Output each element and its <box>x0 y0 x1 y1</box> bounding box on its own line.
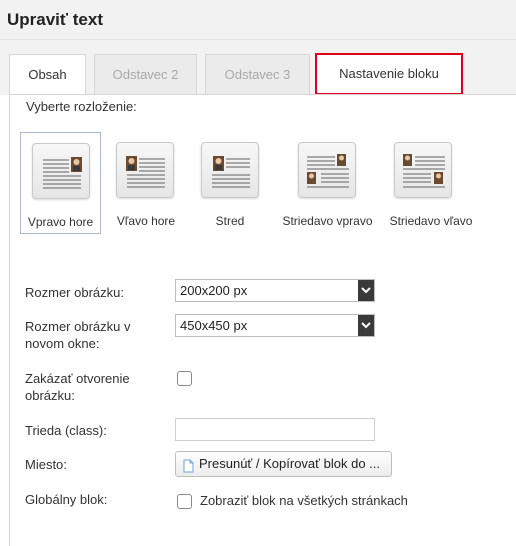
global-block-checkbox-label[interactable]: Zobraziť blok na všetkých stránkach <box>200 493 408 508</box>
image-size-window-label: Rozmer obrázku v novom okne: <box>25 319 131 351</box>
css-class-input[interactable] <box>175 418 375 441</box>
place-label: Miesto: <box>25 457 67 472</box>
document-icon <box>183 457 194 476</box>
layout-label: Vyberte rozloženie: <box>26 99 137 114</box>
layout-option-vpravo-hore[interactable]: Vpravo hore <box>20 132 101 234</box>
tab-odstavec-3[interactable]: Odstavec 3 <box>205 54 310 95</box>
layout-option-striedavo-vpravo[interactable]: Striedavo vpravo <box>277 132 378 234</box>
image-size-window-value: 450x450 px <box>180 318 248 333</box>
disable-open-label: Zakázať otvorenie obrázku: <box>25 371 130 403</box>
css-class-label: Trieda (class): <box>25 423 107 438</box>
layout-option-label: Striedavo vpravo <box>282 214 373 228</box>
layout-option-label: Vpravo hore <box>27 215 94 229</box>
image-size-window-select[interactable]: 450x450 px <box>175 314 375 337</box>
image-right-top-icon <box>32 143 90 199</box>
layout-option-label: Striedavo vľavo <box>389 214 473 228</box>
layout-option-stred[interactable]: Stred <box>190 132 270 234</box>
image-size-value: 200x200 px <box>180 283 248 298</box>
image-alternate-left-icon <box>394 142 452 198</box>
tab-obsah[interactable]: Obsah <box>9 54 86 96</box>
layout-option-vlavo-hore[interactable]: Vľavo hore <box>104 132 188 234</box>
disable-open-checkbox[interactable] <box>177 371 192 386</box>
chevron-down-icon <box>358 280 374 301</box>
dialog-title: Upraviť text <box>7 10 104 29</box>
chevron-down-icon <box>358 315 374 336</box>
image-center-icon <box>201 142 259 198</box>
global-block-checkbox[interactable] <box>177 494 192 509</box>
move-copy-block-label: Presunúť / Kopírovať blok do ... <box>199 456 381 471</box>
image-size-select[interactable]: 200x200 px <box>175 279 375 302</box>
move-copy-block-button[interactable]: Presunúť / Kopírovať blok do ... <box>175 451 392 477</box>
layout-option-label: Vľavo hore <box>116 214 176 228</box>
tab-odstavec-2[interactable]: Odstavec 2 <box>94 54 197 95</box>
image-left-top-icon <box>116 142 174 198</box>
dialog-titlebar: Upraviť text <box>0 0 516 40</box>
tab-bar: Obsah Odstavec 2 Odstavec 3 Nastavenie b… <box>0 40 516 96</box>
image-alternate-right-icon <box>298 142 356 198</box>
layout-option-label: Stred <box>215 214 245 228</box>
global-block-label: Globálny blok: <box>25 492 108 507</box>
image-size-label: Rozmer obrázku: <box>25 285 124 300</box>
layout-option-striedavo-vlavo[interactable]: Striedavo vľavo <box>385 132 477 234</box>
tab-nastavenie-bloku[interactable]: Nastavenie bloku <box>315 53 463 95</box>
